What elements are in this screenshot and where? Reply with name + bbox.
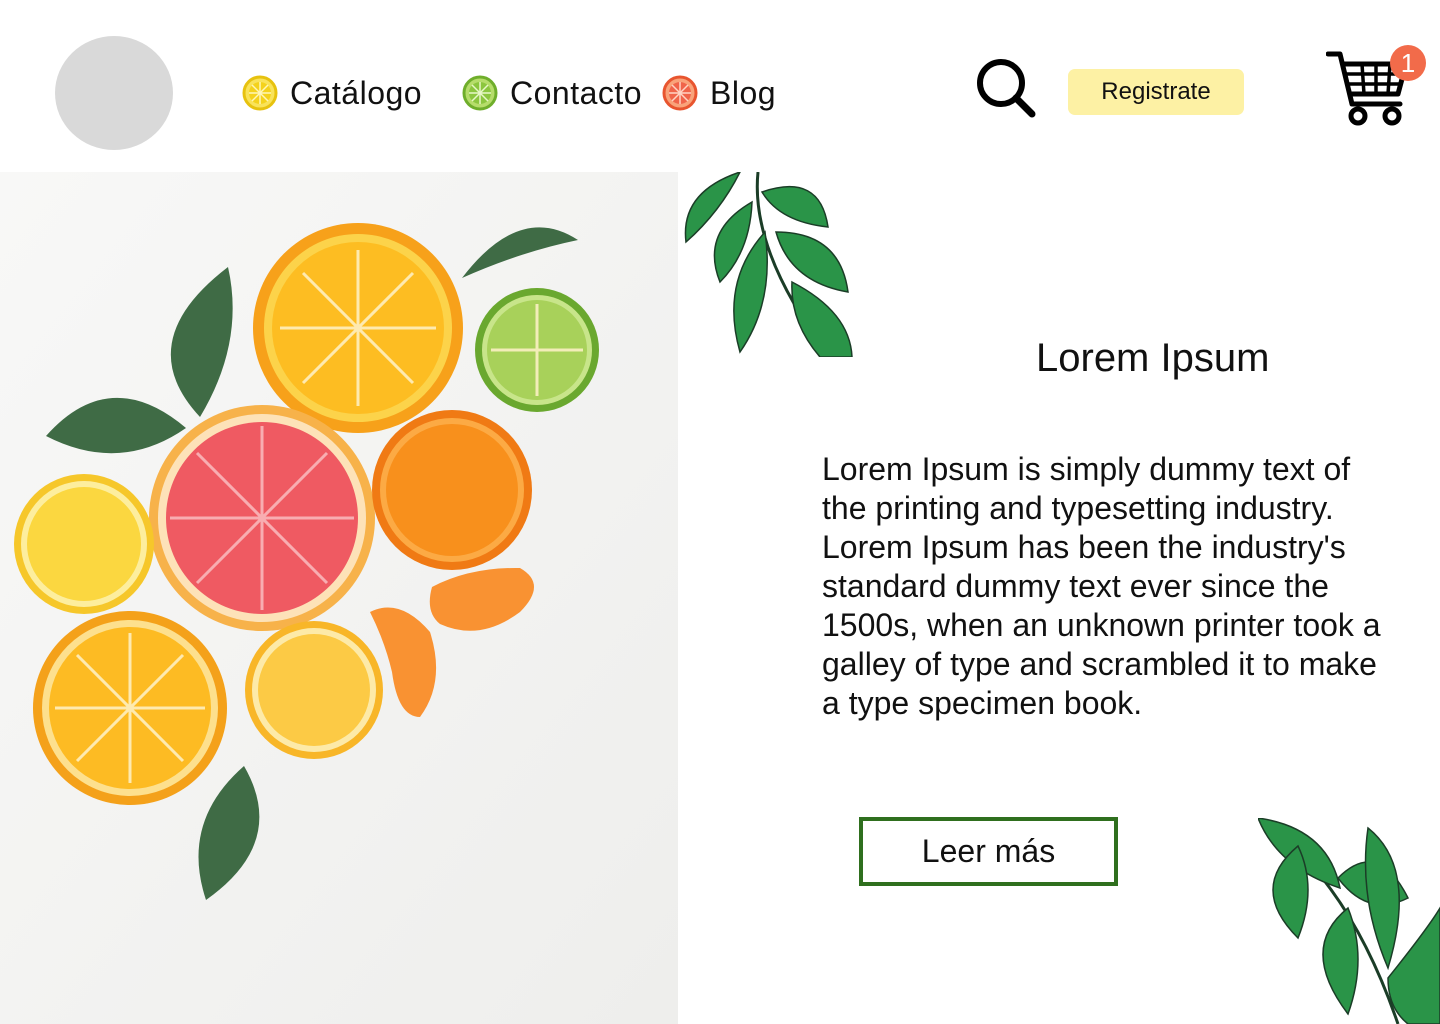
lemon-slice-icon xyxy=(242,75,278,111)
lime-slice-icon xyxy=(462,75,498,111)
grapefruit-slice-icon xyxy=(662,75,698,111)
read-more-button[interactable]: Leer más xyxy=(859,817,1118,886)
search-icon[interactable] xyxy=(974,56,1038,120)
nav-item-blog[interactable]: Blog xyxy=(662,70,776,116)
decorative-leaf-top xyxy=(684,172,853,357)
section-title: Lorem Ipsum xyxy=(1036,336,1270,380)
section-body-text: Lorem Ipsum is simply dummy text of the … xyxy=(822,451,1381,721)
nav-item-contacto[interactable]: Contacto xyxy=(462,70,642,116)
nav-label-catalogo: Catálogo xyxy=(290,74,423,111)
hero-citrus-image xyxy=(0,172,678,1024)
logo-placeholder[interactable] xyxy=(55,36,173,150)
decorative-leaf-bottom xyxy=(1258,818,1440,1024)
nav-label-blog: Blog xyxy=(710,74,777,111)
cart-count-badge: 1 xyxy=(1390,45,1426,81)
register-button[interactable]: Registrate xyxy=(1068,69,1244,115)
nav-label-contacto: Contacto xyxy=(510,74,643,111)
nav-item-catalogo[interactable]: Catálogo xyxy=(242,70,422,116)
